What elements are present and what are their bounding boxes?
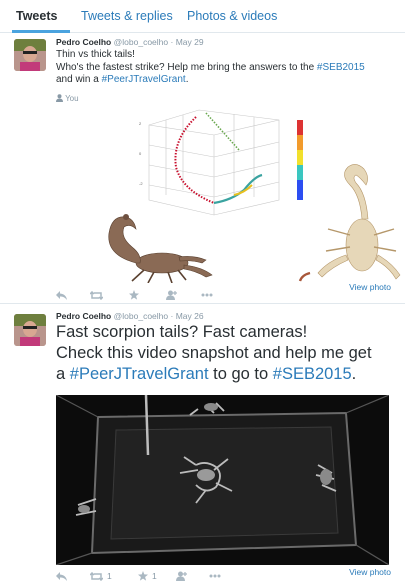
reply-icon: [56, 290, 67, 300]
retweet-button[interactable]: 1: [90, 569, 112, 583]
retweet-icon: [90, 571, 103, 581]
reply-button[interactable]: [56, 288, 67, 302]
more-icon: [209, 574, 221, 578]
star-icon: [138, 571, 148, 581]
hashtag-link[interactable]: #SEB2015: [273, 365, 352, 383]
tab-tweets-and-replies[interactable]: Tweets & replies: [81, 9, 173, 23]
author-handle[interactable]: @lobo_coelho: [114, 311, 168, 321]
follow-icon: [166, 290, 177, 300]
author-name[interactable]: Pedro Coelho: [56, 37, 111, 47]
tab-tweets[interactable]: Tweets: [16, 9, 57, 23]
view-photo-link[interactable]: View photo: [349, 567, 391, 577]
scorpion-plot-image: 2 0 -2: [84, 105, 404, 283]
reply-button[interactable]: [56, 569, 67, 583]
author-handle[interactable]: @lobo_coelho: [114, 37, 168, 47]
tweet-photo[interactable]: [56, 395, 389, 565]
tweet-line: and win a #PeerJTravelGrant.: [56, 74, 396, 87]
favorite-button[interactable]: [129, 288, 143, 302]
tweet-line: a #PeerJTravelGrant to go to #SEB2015.: [56, 364, 401, 385]
tweet-line: Thin vs thick tails!: [56, 49, 135, 60]
hashtag-link[interactable]: #SEB2015: [317, 62, 365, 73]
text-span: .: [351, 365, 357, 383]
view-photo-link[interactable]: View photo: [349, 282, 391, 292]
person-icon: [56, 94, 63, 102]
text-span: and win a: [56, 74, 102, 85]
text-span: to go to: [208, 365, 273, 383]
retweet-button[interactable]: [90, 288, 107, 302]
tweet-text: Thin vs thick tails! Who's the fastest s…: [56, 49, 396, 87]
hashtag-link[interactable]: #PeerJTravelGrant: [70, 365, 209, 383]
separator: ·: [170, 37, 174, 47]
star-icon: [129, 290, 139, 300]
favorite-button[interactable]: 1: [138, 569, 157, 583]
tweet-date[interactable]: May 29: [176, 37, 204, 47]
text-span: .: [185, 74, 189, 85]
you-indicator: You: [56, 94, 79, 103]
tweet-line: Fast scorpion tails? Fast cameras!: [56, 323, 308, 341]
more-icon: [201, 293, 213, 297]
more-button[interactable]: [201, 288, 213, 302]
hashtag-link[interactable]: #PeerJTravelGrant: [102, 74, 186, 85]
tweet-header: Pedro Coelho @lobo_coelho · May 29: [56, 37, 204, 47]
text-span: Who's the fastest strike? Help me bring …: [56, 61, 317, 73]
tweet-date[interactable]: May 26: [176, 311, 204, 321]
reply-icon: [56, 571, 67, 581]
avatar[interactable]: [14, 314, 46, 346]
more-button[interactable]: [209, 569, 221, 583]
tweet-line: Who's the fastest strike? Help me bring …: [56, 62, 396, 75]
video-snapshot-image: [56, 395, 389, 565]
tweet[interactable]: Pedro Coelho @lobo_coelho · May 26 Fast …: [0, 305, 405, 583]
text-span: a: [56, 365, 70, 383]
avatar[interactable]: [14, 39, 46, 71]
tweet-header: Pedro Coelho @lobo_coelho · May 26: [56, 311, 204, 321]
separator: ·: [170, 311, 174, 321]
you-label: You: [65, 94, 79, 103]
tweet-photo[interactable]: 2 0 -2: [84, 105, 404, 283]
retweet-icon: [90, 290, 103, 300]
tab-photos-videos[interactable]: Photos & videos: [187, 9, 277, 23]
tweet-actions: [56, 288, 256, 302]
follow-button[interactable]: [166, 288, 177, 302]
tweet[interactable]: Pedro Coelho @lobo_coelho · May 29 Thin …: [0, 33, 405, 304]
follow-button[interactable]: [176, 569, 187, 583]
tweet-line: Check this video snapshot and help me ge…: [56, 344, 372, 362]
tweet-text: Fast scorpion tails? Fast cameras! Check…: [56, 322, 401, 385]
follow-icon: [176, 571, 187, 581]
retweet-count: 1: [107, 571, 112, 581]
tweet-actions: 1 1: [56, 569, 256, 583]
profile-tabs: Tweets Tweets & replies Photos & videos: [0, 0, 405, 33]
author-name[interactable]: Pedro Coelho: [56, 311, 111, 321]
favorite-count: 1: [152, 571, 157, 581]
